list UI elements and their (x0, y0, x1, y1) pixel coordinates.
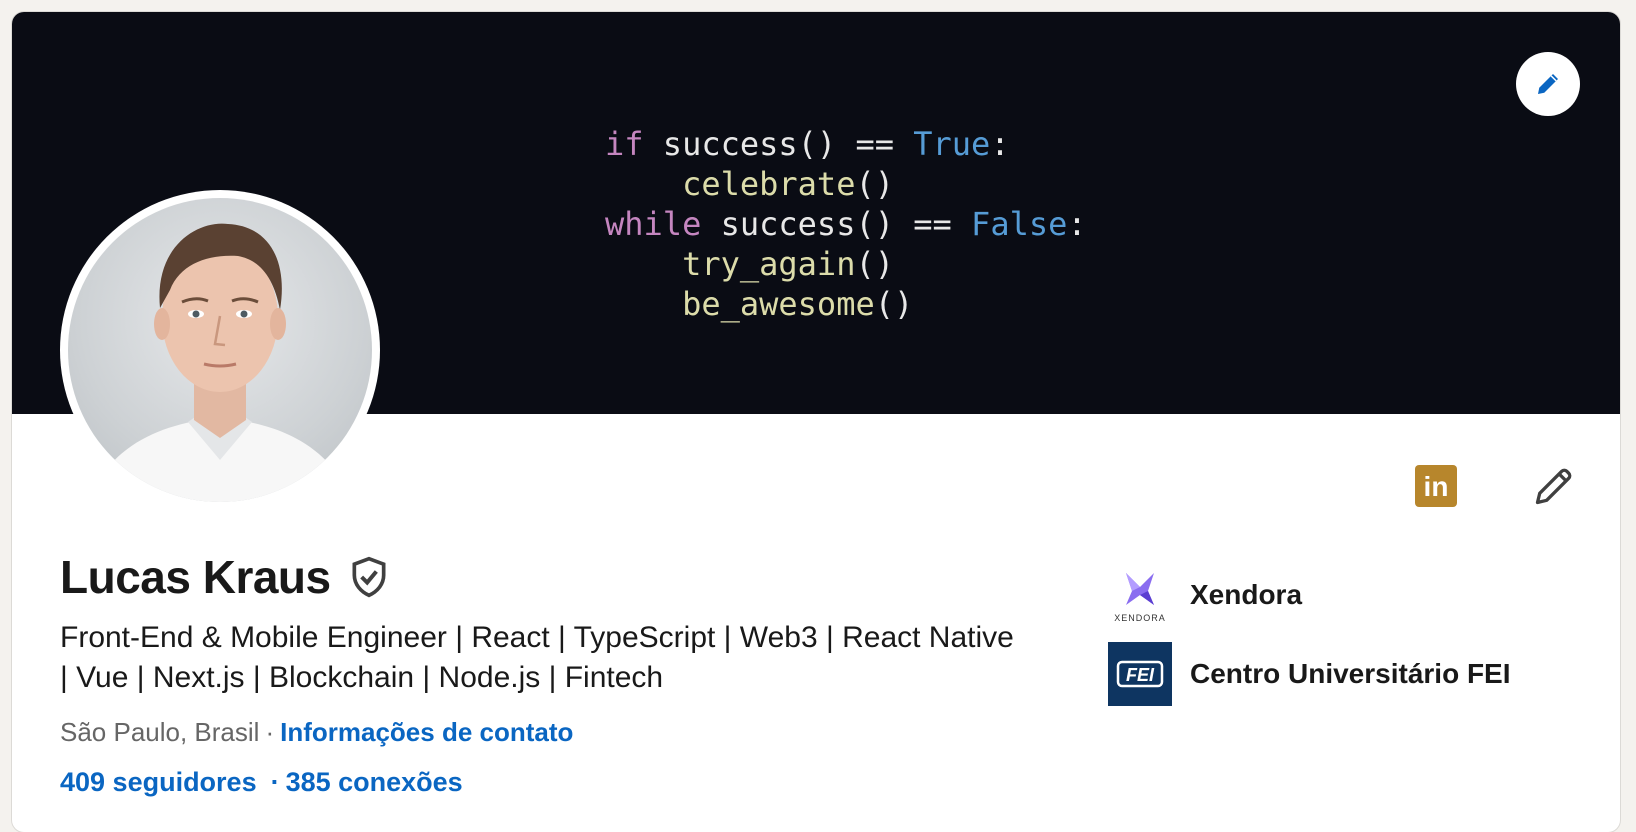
org-xendora[interactable]: XENDORA Xendora (1108, 563, 1302, 627)
code-token: celebrate (682, 165, 856, 203)
code-token: success() == (701, 205, 972, 243)
svg-text:FEI: FEI (1126, 665, 1155, 685)
pencil-icon (1535, 468, 1572, 505)
xendora-logo-icon: XENDORA (1108, 563, 1172, 627)
code-token: try_again (682, 245, 856, 283)
org-name: Xendora (1190, 579, 1303, 610)
svg-text:in: in (1424, 471, 1449, 502)
connections-link[interactable]: 385 conexões (286, 767, 463, 797)
linkedin-premium-button[interactable]: in (1410, 460, 1462, 512)
separator-dot: · (265, 717, 275, 747)
profile-location: São Paulo, Brasil (60, 717, 260, 747)
code-line: if success() == True: (605, 124, 1087, 164)
network-stats: 409 seguidores · 385 conexões (60, 767, 463, 798)
profile-card: if success() == True: celebrate() while s… (12, 12, 1620, 832)
code-line: celebrate() (605, 164, 1087, 204)
code-token: if (605, 125, 644, 163)
profile-photo[interactable] (60, 190, 380, 510)
linkedin-icon: in (1415, 465, 1457, 507)
profile-name: Lucas Kraus (60, 551, 331, 603)
code-token: () (874, 285, 914, 323)
code-line: try_again() (605, 244, 1087, 284)
code-token: False (971, 205, 1068, 243)
pencil-icon (1538, 74, 1558, 94)
code-token: : (990, 125, 1010, 163)
profile-photo-image (68, 198, 372, 502)
code-token: () (855, 245, 894, 283)
code-line: while success() == False: (605, 204, 1087, 244)
code-line: be_awesome() (605, 284, 1087, 324)
code-token: True (913, 125, 991, 163)
code-token: () (855, 165, 894, 203)
code-token: success() == (643, 125, 914, 163)
location-row: São Paulo, Brasil · Informações de contato (60, 717, 573, 748)
code-token: be_awesome (682, 285, 875, 323)
separator-dot: · (270, 767, 280, 797)
org-fei[interactable]: FEI Centro Universitário FEI (1108, 642, 1511, 706)
contact-info-link[interactable]: Informações de contato (280, 717, 573, 747)
shield-check-icon[interactable] (347, 555, 391, 599)
svg-text:XENDORA: XENDORA (1114, 613, 1166, 623)
org-name: Centro Universitário FEI (1190, 658, 1511, 689)
code-token: : (1067, 205, 1087, 243)
followers-link[interactable]: 409 seguidores (60, 767, 257, 797)
edit-profile-button[interactable] (1528, 460, 1580, 512)
edit-banner-button[interactable] (1516, 52, 1580, 116)
fei-logo-icon: FEI (1108, 642, 1172, 706)
profile-headline: Front-End & Mobile Engineer | React | Ty… (60, 621, 1014, 694)
banner-code-snippet: if success() == True: celebrate() while s… (605, 124, 1087, 324)
code-token: while (605, 205, 702, 243)
